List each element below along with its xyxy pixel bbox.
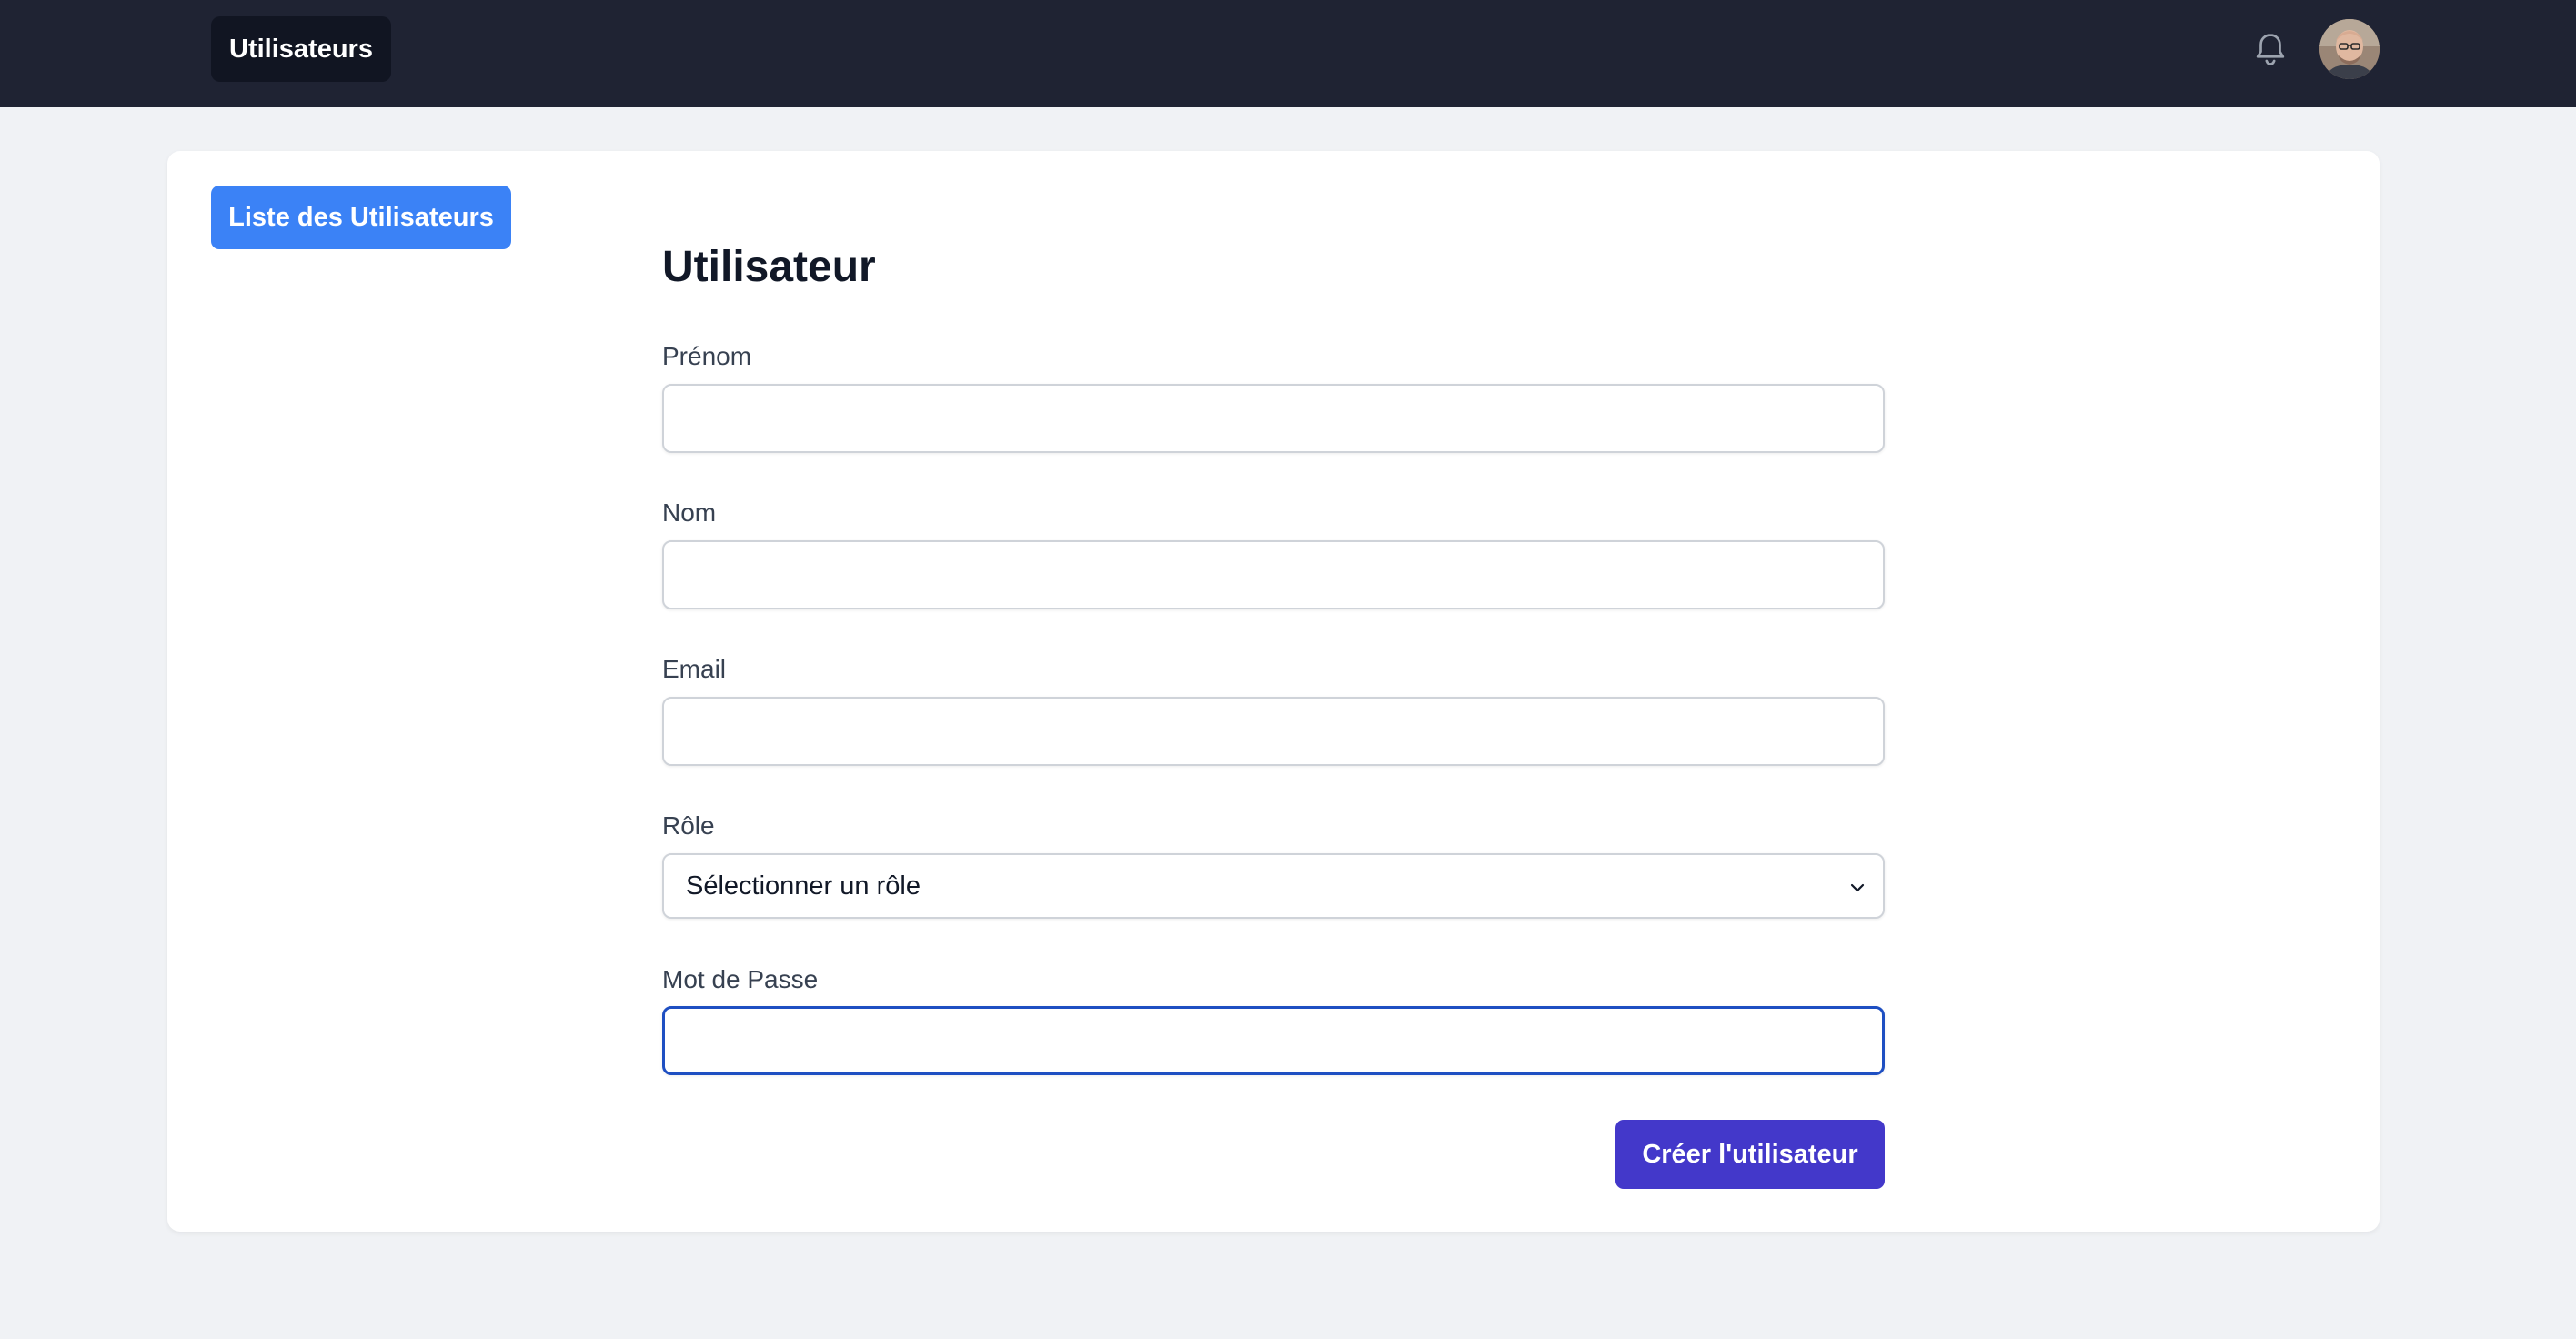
- role-select[interactable]: Sélectionner un rôle: [662, 853, 1885, 919]
- create-user-button[interactable]: Créer l'utilisateur: [1615, 1120, 1885, 1189]
- email-input[interactable]: [662, 697, 1885, 766]
- avatar[interactable]: [2319, 19, 2380, 79]
- role-label: Rôle: [662, 811, 715, 840]
- nav-tab-users[interactable]: Utilisateurs: [211, 16, 391, 82]
- password-input[interactable]: [662, 1006, 1885, 1075]
- email-label: Email: [662, 655, 727, 683]
- role-select-value: Sélectionner un rôle: [686, 871, 921, 901]
- last-name-input[interactable]: [662, 540, 1885, 609]
- top-navbar: Utilisateurs: [0, 0, 2576, 107]
- first-name-label: Prénom: [662, 342, 752, 370]
- users-list-button[interactable]: Liste des Utilisateurs: [211, 186, 511, 249]
- user-form-card: Liste des Utilisateurs Utilisateur Préno…: [167, 151, 2380, 1232]
- last-name-label: Nom: [662, 498, 717, 527]
- form-title: Utilisateur: [662, 243, 876, 291]
- chevron-down-icon: [1850, 883, 1865, 892]
- bell-icon[interactable]: [2247, 27, 2294, 75]
- first-name-input[interactable]: [662, 384, 1885, 453]
- password-label: Mot de Passe: [662, 965, 819, 993]
